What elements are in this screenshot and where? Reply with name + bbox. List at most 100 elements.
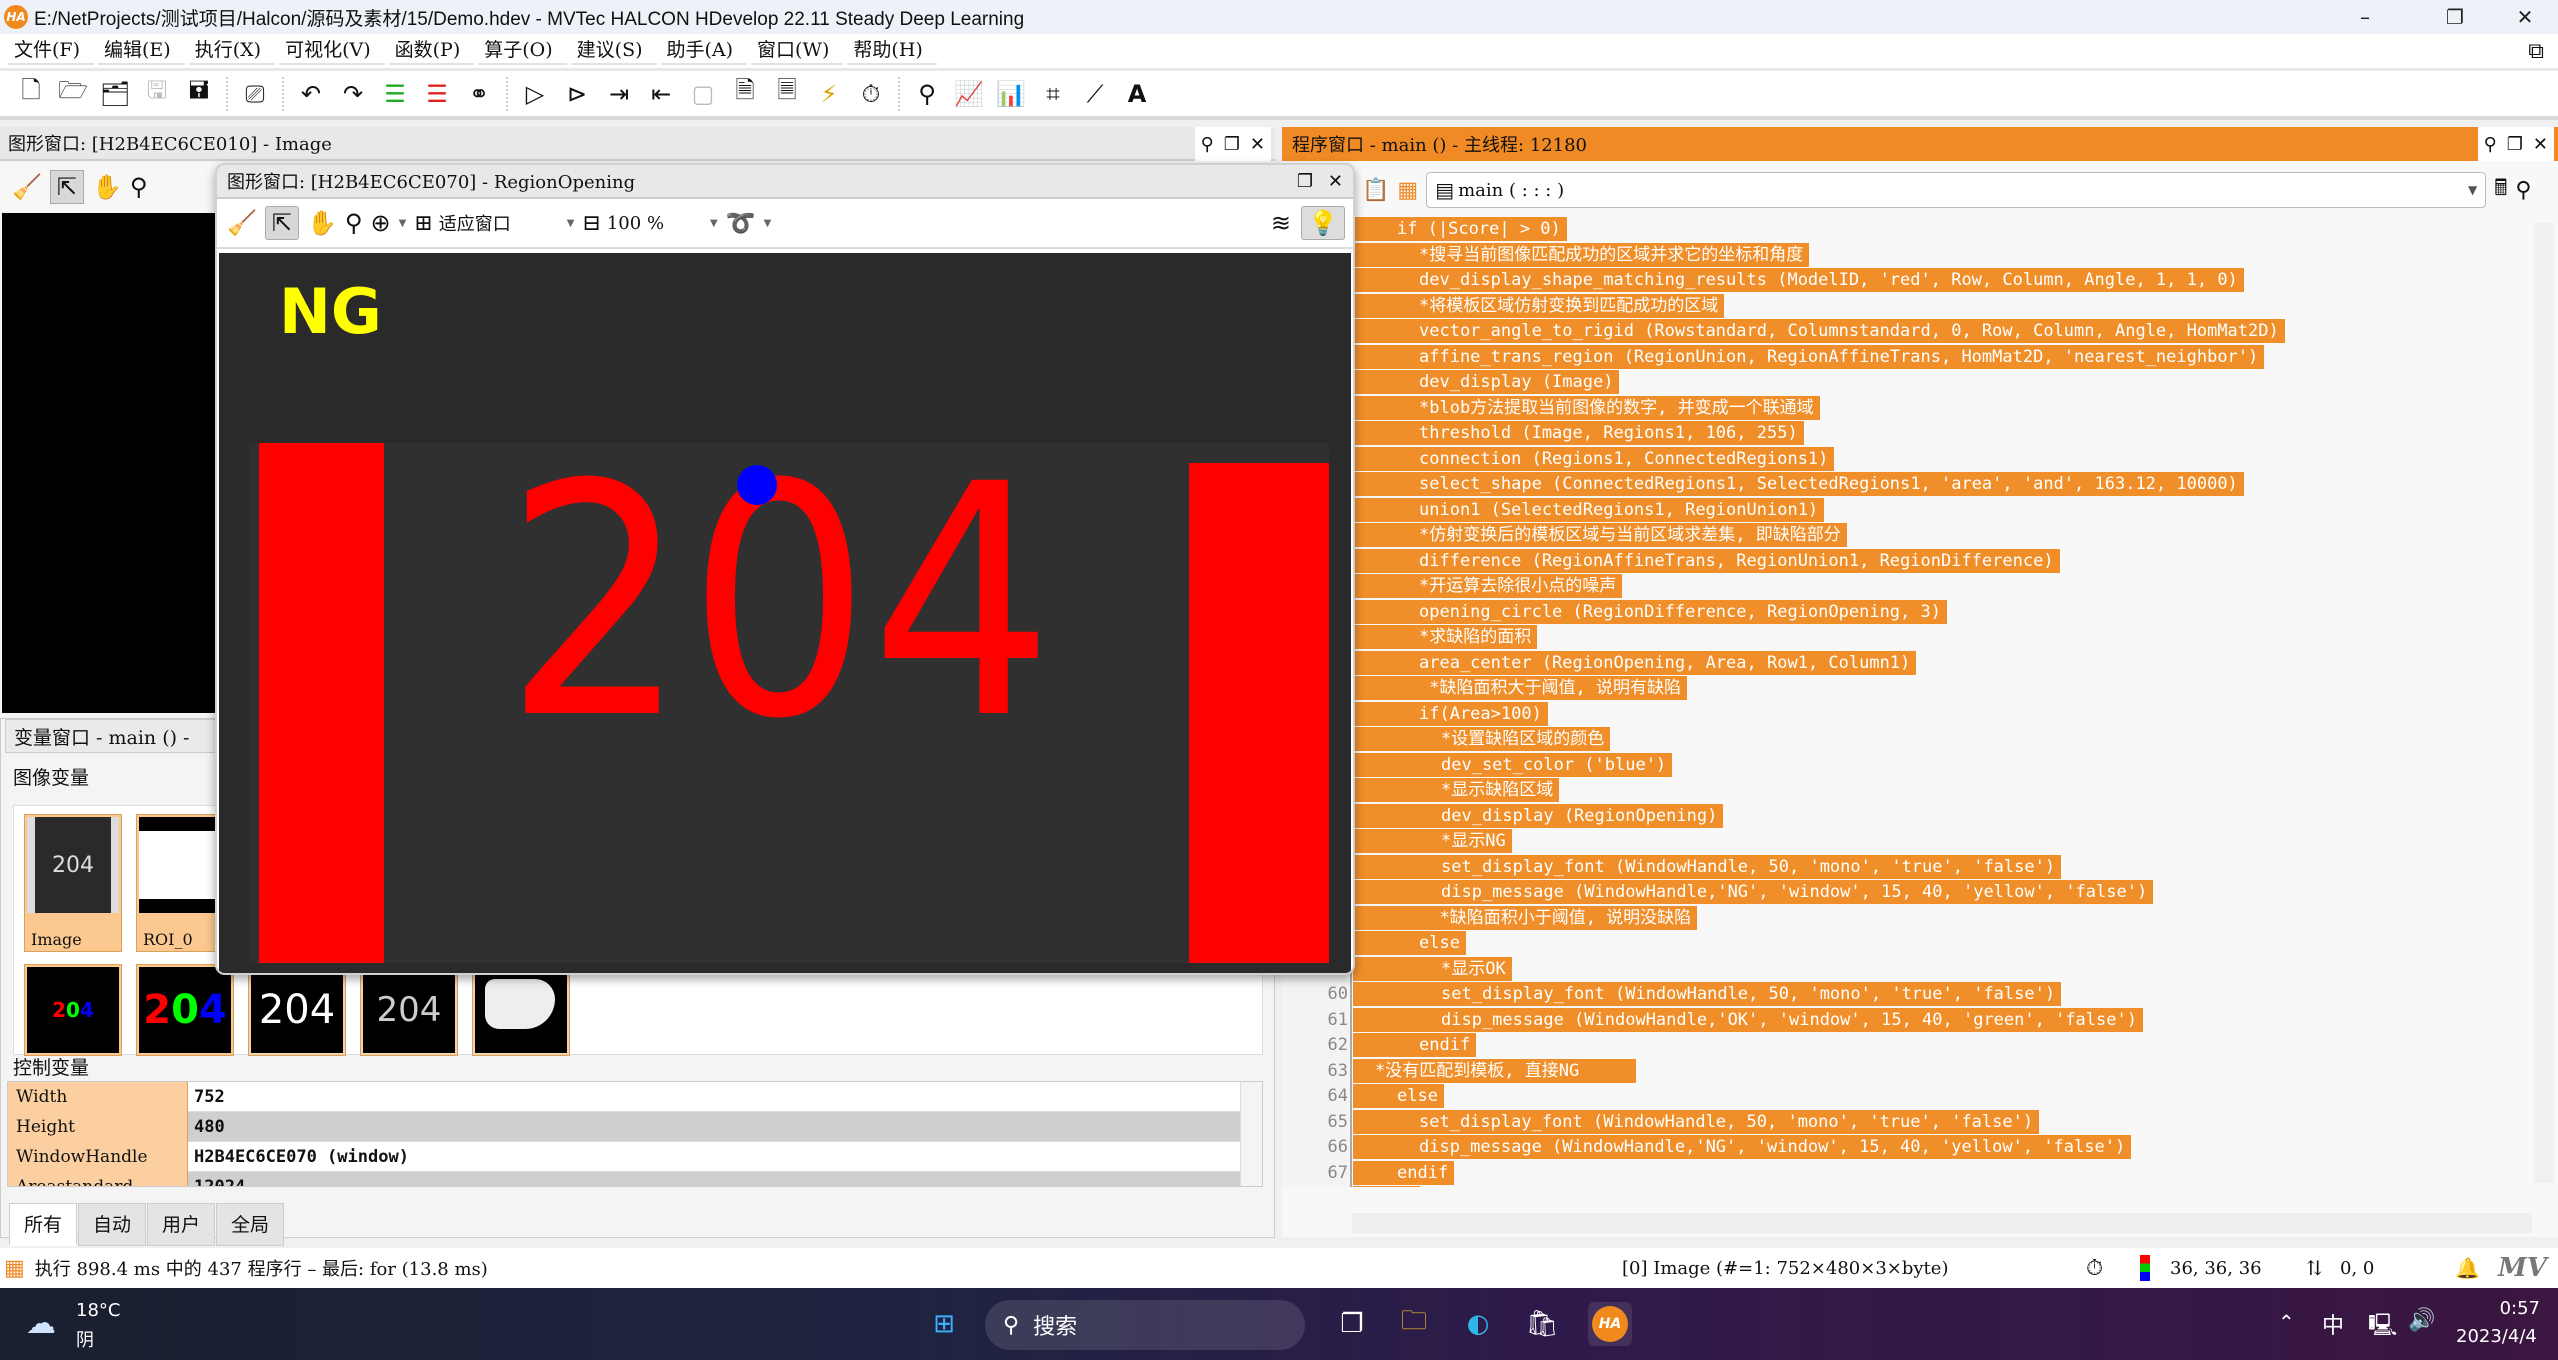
iconic-var-region-union[interactable]: 204: [248, 964, 346, 1056]
line-number[interactable]: 68: [1282, 1186, 1348, 1187]
file-explorer-icon[interactable]: 🗀: [1392, 1302, 1436, 1346]
zoom-level-dropdown[interactable]: ⊟ 100 % ▼: [582, 211, 717, 236]
bell-icon[interactable]: 🔔: [2455, 1256, 2480, 1280]
iconic-var-region-opening[interactable]: [472, 964, 570, 1056]
code-line[interactable]: else: [1353, 931, 1466, 955]
menu-help[interactable]: 帮助(H): [847, 37, 937, 65]
grid-icon[interactable]: ▦: [1397, 178, 1418, 203]
code-line[interactable]: *求缺陷的面积: [1353, 625, 1538, 649]
reset-procedure-icon[interactable]: 🗏: [769, 76, 805, 112]
code-line[interactable]: affine_trans_region (RegionUnion, Region…: [1353, 344, 2265, 369]
control-var-row[interactable]: WindowHandle H2B4EC6CE070 (window): [8, 1141, 1262, 1172]
code-line[interactable]: disp_message (WindowHandle,'NG', 'window…: [1353, 880, 2154, 904]
code-line[interactable]: *仿射变换后的模板区域与当前区域求差集, 即缺陷部分: [1353, 523, 1847, 547]
procedure-select[interactable]: ▤ main ( : : : ) ▼: [1426, 172, 2487, 208]
zoom-icon[interactable]: ⚲: [130, 173, 148, 201]
clear-window-icon[interactable]: 🧹: [12, 173, 42, 201]
clock-date[interactable]: 2023/4/4: [2456, 1326, 2537, 1347]
code-line[interactable]: *显示缺陷区域: [1353, 778, 1560, 802]
zoom-icon[interactable]: ⚲: [345, 209, 363, 237]
draw-shape-icon[interactable]: ➰: [726, 209, 756, 237]
open-example-icon[interactable]: 🗂: [97, 76, 133, 112]
activate-icon[interactable]: ☰: [377, 76, 413, 112]
chevron-down-icon[interactable]: ▼: [764, 218, 772, 229]
pointer-icon[interactable]: ⇱: [264, 206, 299, 240]
code-line[interactable]: disp_message (WindowHandle,'OK', 'window…: [1353, 1007, 2143, 1032]
menu-restore-icon[interactable]: ⧉: [2528, 39, 2544, 64]
code-line[interactable]: set_display_font (WindowHandle, 50, 'mon…: [1353, 982, 2062, 1006]
code-line[interactable]: else: [1353, 1084, 1444, 1108]
run-icon[interactable]: ▷: [517, 76, 553, 112]
code-line[interactable]: if (|Score| > 0): [1353, 217, 1567, 241]
pan-icon[interactable]: ✋: [307, 209, 337, 237]
procedure-settings-icon[interactable]: 🖩: [2494, 171, 2507, 209]
code-line[interactable]: set_display_font (WindowHandle, 50, 'mon…: [1353, 854, 2062, 879]
menu-operators[interactable]: 算子(O): [478, 37, 567, 65]
iconic-var-selected-regions[interactable]: 204: [136, 964, 234, 1056]
volume-icon[interactable]: 🔊: [2408, 1308, 2435, 1333]
code-line[interactable]: area_center (RegionOpening, Area, Row1, …: [1353, 650, 1917, 675]
code-line[interactable]: disp_message (WindowHandle,'NG', 'window…: [1353, 1135, 2132, 1159]
stop-icon[interactable]: ▢: [685, 76, 721, 112]
code-line[interactable]: *blob方法提取当前图像的数字, 并变成一个联通域: [1353, 395, 1820, 420]
step-over-icon[interactable]: ⊳: [559, 76, 595, 112]
zoom-window-icon[interactable]: ⚲: [909, 76, 945, 112]
image-canvas[interactable]: 204 NG: [219, 253, 1351, 973]
clock-time[interactable]: 0:57: [2470, 1298, 2540, 1319]
menu-execute[interactable]: 执行(X): [188, 37, 276, 65]
code-line[interactable]: dev_set_color ('blue'): [1353, 752, 1673, 777]
code-line[interactable]: dev_display (Image): [1353, 370, 1620, 394]
profiler-icon[interactable]: ⏱: [853, 76, 889, 112]
line-profile-icon[interactable]: 📊: [993, 76, 1029, 112]
control-var-row[interactable]: Width 752: [8, 1082, 1262, 1112]
code-line[interactable]: *将模板区域仿射变换到匹配成功的区域: [1353, 293, 1725, 318]
clipboard-icon[interactable]: 📋: [1362, 178, 1389, 203]
ocr-icon[interactable]: A: [1119, 76, 1155, 112]
feature-inspection-icon[interactable]: ⌗: [1035, 76, 1071, 112]
save-icon[interactable]: 🖫: [139, 76, 175, 112]
line-number[interactable]: 61: [1282, 1008, 1348, 1032]
tab-all[interactable]: 所有: [9, 1203, 78, 1246]
taskbar-search[interactable]: ⚲ 搜索: [985, 1300, 1305, 1350]
control-vars-scrollbar[interactable]: [1240, 1082, 1262, 1186]
iconic-var-image[interactable]: 204 Image: [24, 814, 122, 952]
chevron-down-icon[interactable]: ▼: [399, 218, 407, 229]
line-number[interactable]: 60: [1282, 982, 1348, 1006]
code-line[interactable]: threshold (Image, Regions1, 106, 255): [1353, 421, 1804, 445]
network-icon[interactable]: 🖳: [2368, 1308, 2397, 1346]
menu-edit[interactable]: 编辑(E): [98, 37, 185, 65]
code-vertical-scrollbar[interactable]: [2534, 223, 2554, 1183]
code-line[interactable]: opening_circle (RegionDifference, Region…: [1353, 599, 1947, 624]
close-icon[interactable]: ✕: [2533, 134, 2548, 155]
close-button[interactable]: ✕: [2490, 0, 2558, 34]
graphics-window-image-canvas[interactable]: [2, 213, 217, 713]
code-line[interactable]: *缺陷面积小于阈值, 说明没缺陷: [1353, 905, 1698, 930]
code-line[interactable]: select_shape (ConnectedRegions1, Selecte…: [1353, 472, 2244, 496]
line-number[interactable]: 67: [1282, 1161, 1348, 1185]
code-editor[interactable]: if (|Score| > 0) *搜寻当前图像匹配成功的区域并求它的坐标和角度 d…: [1282, 217, 2527, 1187]
code-line[interactable]: dev_display (RegionOpening): [1353, 803, 1724, 828]
lightbulb-icon[interactable]: 💡: [1301, 206, 1345, 240]
line-number[interactable]: 63: [1282, 1059, 1348, 1083]
menu-procedures[interactable]: 函数(P): [388, 37, 475, 65]
code-line[interactable]: endfor: [1353, 1186, 1421, 1187]
pin-icon[interactable]: ⚲: [1201, 134, 1214, 155]
code-line[interactable]: dev_display_shape_matching_results (Mode…: [1353, 268, 2244, 292]
code-line[interactable]: endif: [1353, 1160, 1455, 1185]
deactivate-icon[interactable]: ☰: [419, 76, 455, 112]
code-line[interactable]: *显示OK: [1353, 956, 1512, 981]
tray-overflow-icon[interactable]: ⌃: [2278, 1310, 2295, 1334]
maximize-button[interactable]: ❐: [2420, 0, 2490, 34]
code-line[interactable]: *没有匹配到模板, 直接NG: [1353, 1058, 1637, 1083]
code-line[interactable]: *搜寻当前图像匹配成功的区域并求它的坐标和角度: [1353, 242, 1810, 267]
feature-histogram-icon[interactable]: ⟋: [1077, 76, 1113, 112]
weather-temperature[interactable]: 18°C: [76, 1300, 120, 1321]
task-view-icon[interactable]: ❐: [1330, 1302, 1374, 1346]
pointer-icon[interactable]: ⇱: [49, 170, 84, 204]
iconic-var-region-difference[interactable]: 204: [360, 964, 458, 1056]
close-icon[interactable]: ✕: [1250, 134, 1265, 155]
weather-condition[interactable]: 阴: [76, 1326, 94, 1352]
clear-window-icon[interactable]: 🧹: [227, 209, 257, 237]
undock-icon[interactable]: ❐: [1224, 134, 1240, 155]
reset-program-icon[interactable]: 🗎: [727, 76, 763, 112]
